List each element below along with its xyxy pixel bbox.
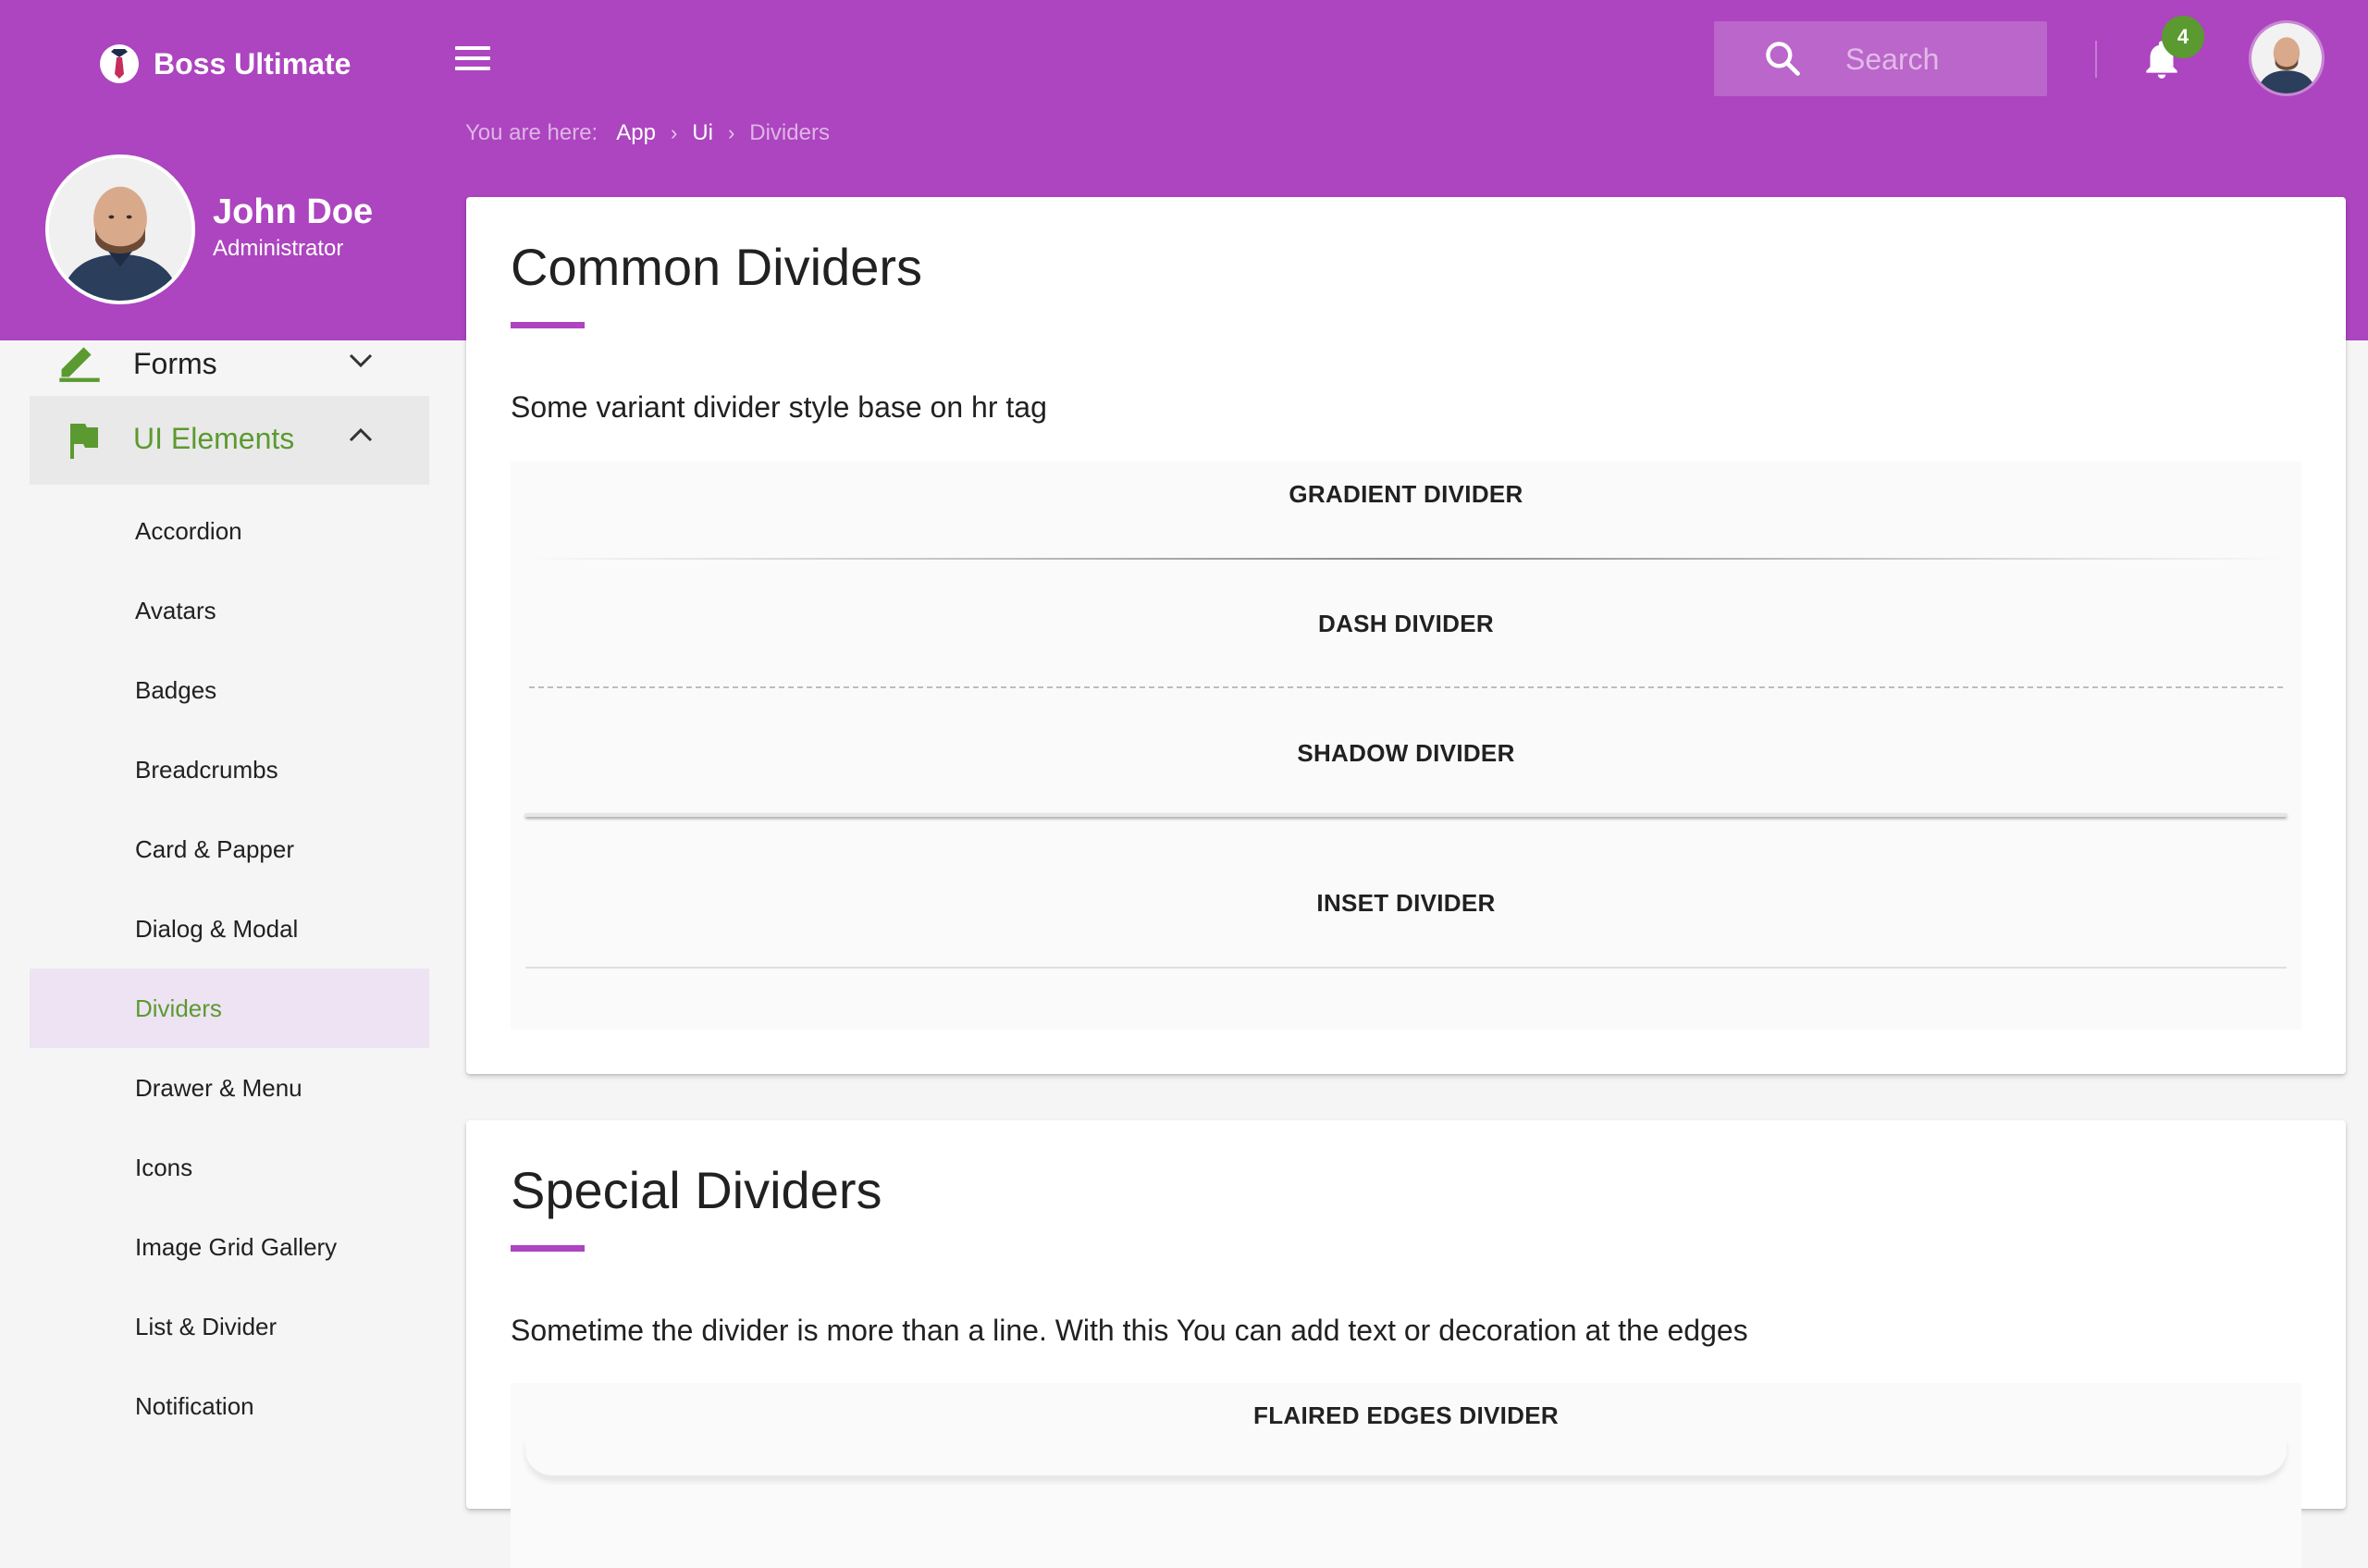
divider-label-flaired: FLAIRED EDGES DIVIDER <box>1253 1401 1559 1429</box>
card-description: Sometime the divider is more than a line… <box>511 1314 1748 1347</box>
sidebar-item-dividers[interactable]: Dividers <box>30 969 429 1048</box>
breadcrumb-link-app[interactable]: App <box>616 120 656 146</box>
sidebar-item-icons[interactable]: Icons <box>30 1128 429 1207</box>
divider-demo-area: GRADIENT DIVIDER DASH DIVIDER SHADOW DIV… <box>511 462 2301 1030</box>
profile-role: Administrator <box>213 236 344 261</box>
sidebar-item-avatars[interactable]: Avatars <box>30 571 429 650</box>
common-dividers-card: Common Dividers Some variant divider sty… <box>466 197 2346 1074</box>
sidebar-item-badges[interactable]: Badges <box>30 650 429 730</box>
flag-icon <box>70 424 98 459</box>
title-accent-bar <box>511 1245 585 1252</box>
divider-label-gradient: GRADIENT DIVIDER <box>1289 480 1523 508</box>
breadcrumb: You are here: App › Ui › Dividers <box>465 120 830 146</box>
sidebar-item-card-papper[interactable]: Card & Papper <box>30 809 429 889</box>
title-accent-bar <box>511 322 585 328</box>
chevron-up-icon <box>349 427 373 442</box>
divider-label-inset: INSET DIVIDER <box>1316 889 1496 917</box>
pencil-icon <box>59 347 100 382</box>
gradient-divider <box>525 558 2287 560</box>
sidebar-item-label: UI Elements <box>133 422 295 455</box>
header-divider <box>2095 41 2097 78</box>
flaired-edges-divider <box>525 1438 2287 1478</box>
sidebar-item-dialog-modal[interactable]: Dialog & Modal <box>30 889 429 969</box>
card-title: Special Dividers <box>511 1161 882 1219</box>
sidebar-item-accordion[interactable]: Accordion <box>30 491 429 571</box>
chevron-down-icon <box>349 353 373 368</box>
breadcrumb-link-ui[interactable]: Ui <box>692 120 713 146</box>
divider-label-dash: DASH DIVIDER <box>1318 610 1494 637</box>
brand-name: Boss Ultimate <box>154 46 352 80</box>
hamburger-menu-icon[interactable] <box>455 46 490 72</box>
sidebar-item-forms[interactable]: Forms <box>30 340 429 396</box>
tie-logo-icon <box>100 44 139 83</box>
chevron-right-icon: › <box>670 121 678 144</box>
search-input[interactable] <box>1844 36 2032 82</box>
search-icon <box>1766 42 1800 76</box>
special-dividers-card: Special Dividers Sometime the divider is… <box>466 1120 2346 1568</box>
sidebar: Forms UI Elements Accordion Avatars Badg… <box>0 340 444 1480</box>
card-description: Some variant divider style base on hr ta… <box>511 390 1047 424</box>
breadcrumb-current: Dividers <box>749 120 830 145</box>
chevron-right-icon: › <box>727 121 735 144</box>
brand[interactable]: Boss Ultimate <box>100 43 351 85</box>
sidebar-item-list-divider[interactable]: List & Divider <box>30 1287 429 1366</box>
profile-avatar <box>45 154 195 304</box>
sidebar-item-breadcrumbs[interactable]: Breadcrumbs <box>30 730 429 809</box>
search-box[interactable] <box>1714 21 2047 96</box>
divider-label-shadow: SHADOW DIVIDER <box>1297 739 1515 767</box>
breadcrumb-prefix: You are here: <box>465 120 598 145</box>
sidebar-item-label: Forms <box>133 346 217 380</box>
card-title: Common Dividers <box>511 238 922 296</box>
notification-count-badge: 4 <box>2162 16 2204 58</box>
profile-name: John Doe <box>213 192 374 231</box>
dash-divider <box>529 686 2283 688</box>
shadow-divider <box>525 813 2287 817</box>
sidebar-item-notification[interactable]: Notification <box>30 1366 429 1446</box>
sidebar-item-drawer-menu[interactable]: Drawer & Menu <box>30 1048 429 1128</box>
sidebar-item-image-grid-gallery[interactable]: Image Grid Gallery <box>30 1207 429 1287</box>
inset-divider <box>525 967 2287 969</box>
divider-demo-area: FLAIRED EDGES DIVIDER <box>511 1383 2301 1568</box>
user-avatar[interactable] <box>2249 20 2325 96</box>
sidebar-item-ui-elements[interactable]: UI Elements <box>30 396 429 485</box>
